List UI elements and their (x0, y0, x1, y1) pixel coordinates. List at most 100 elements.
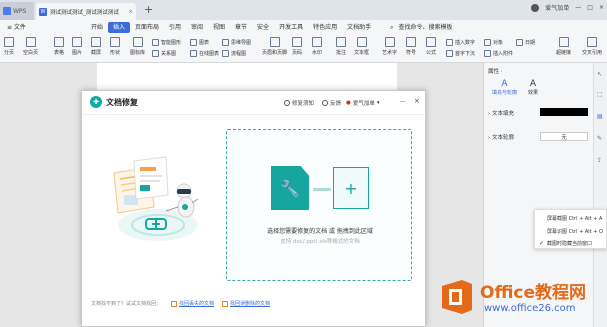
screenshot-menu: 屏幕截图 Ctrl + Alt + A 屏幕识图 Ctrl + Alt + O … (534, 209, 607, 249)
hyperlink-button[interactable]: 超链接 (556, 37, 571, 56)
repair-help-button[interactable]: 修复须知 (284, 99, 314, 107)
insert-number-icon (446, 39, 453, 46)
shape-tool-icon[interactable]: ⬚ (597, 91, 603, 98)
screenshot-button[interactable]: 截屏 (91, 37, 101, 56)
chart-button[interactable]: 图表 (190, 39, 209, 46)
text-fill-color-swatch[interactable] (540, 108, 588, 116)
watermark-button[interactable]: 水印 (312, 37, 322, 56)
right-tool-strip: ↖ ⬚ ▤ ✎ ⇪ (593, 63, 607, 327)
cross-reference-icon (587, 37, 597, 47)
wordart-button[interactable]: 艺术字 (382, 37, 397, 56)
menu-review[interactable]: 审阅 (186, 22, 208, 33)
info-icon (284, 100, 290, 106)
drop-cap-icon (446, 50, 453, 57)
menu-start[interactable]: 开始 (86, 22, 108, 33)
recover-lost-link[interactable]: 找回丢失的文档 (171, 300, 214, 307)
share-tool-icon[interactable]: ⇪ (597, 157, 602, 164)
screenshot-icon (91, 37, 101, 47)
picture-icon (72, 37, 82, 47)
minimize-button[interactable]: — (575, 4, 581, 11)
dialog-close-button[interactable]: × (414, 97, 420, 105)
feedback-icon (322, 100, 328, 106)
object-button[interactable]: 对象 (484, 39, 503, 46)
menu-security[interactable]: 安全 (252, 22, 274, 33)
feedback-button[interactable]: 反馈 (322, 99, 341, 107)
attachment-button[interactable]: 插入附件 (484, 50, 513, 57)
add-file-icon[interactable]: + (333, 167, 369, 209)
maximize-button[interactable]: □ (587, 4, 593, 11)
menu-developer[interactable]: 开发工具 (274, 22, 308, 33)
cross-reference-button[interactable]: 交叉引用 (582, 37, 602, 56)
drop-zone-instruction: 选择您需要修复的文档 或 拖拽到此区域 (267, 228, 373, 235)
property-tool-icon[interactable]: ▤ (597, 113, 603, 120)
dialog-minimize-button[interactable]: — (400, 99, 406, 105)
text-fill-label[interactable]: › 文本填充 (488, 109, 514, 117)
search-command-input[interactable]: 查找命令、搜索模板 (393, 22, 457, 33)
edit-tool-icon[interactable]: ✎ (597, 135, 602, 142)
document-tab[interactable]: W 测试测试测试_测试测试测试 × (36, 3, 136, 20)
menu-references[interactable]: 引用 (164, 22, 186, 33)
menu-features[interactable]: 特色应用 (308, 22, 342, 33)
page-number-button[interactable]: 页码 (292, 37, 302, 56)
close-tab-icon[interactable]: × (128, 9, 133, 15)
insert-number-button[interactable]: 插入数字 (446, 39, 475, 46)
symbol-button[interactable]: 符号 (406, 37, 416, 56)
menu-view[interactable]: 视图 (208, 22, 230, 33)
menu-hide-window[interactable]: 截图时隐藏当前窗口 (547, 240, 592, 247)
arrow-connector (313, 188, 331, 191)
tab-fill-outline[interactable]: A 填充与轮廓 (492, 79, 517, 96)
menu-screen-capture[interactable]: 屏幕截图 Ctrl + Alt + A (547, 215, 602, 222)
menu-page-layout[interactable]: 页面布局 (130, 22, 164, 33)
tab-effect[interactable]: A 效果 (528, 79, 538, 96)
smart-art-icon (152, 39, 159, 46)
menu-chapter[interactable]: 章节 (230, 22, 252, 33)
header-footer-icon (269, 37, 280, 47)
text-outline-label[interactable]: › 文本轮廓 (488, 133, 514, 141)
dialog-user[interactable]: ● 爱气加单 ▾ (346, 99, 380, 107)
date-button[interactable]: 日期 (516, 39, 535, 46)
mind-map-icon (222, 39, 229, 46)
user-name[interactable]: 爱气加单 (545, 3, 569, 12)
flowchart-button[interactable]: 流程图 (222, 50, 246, 57)
file-drop-zone[interactable]: 🔧 + 选择您需要修复的文档 或 拖拽到此区域 支持.doc/.ppt/.xls… (226, 129, 412, 281)
formula-button[interactable]: 公式 (426, 37, 436, 56)
writer-doc-icon: W (39, 7, 47, 16)
header-footer-button[interactable]: 页眉和页脚 (262, 37, 287, 56)
close-window-button[interactable]: × (599, 4, 604, 11)
table-icon (54, 37, 64, 47)
watermark-url: www.office26.com (484, 303, 576, 314)
wrench-icon: 🔧 (280, 178, 300, 198)
date-icon (516, 39, 523, 46)
wps-home-tab[interactable]: WPS (0, 2, 34, 20)
text-outline-select[interactable]: 无 (540, 132, 588, 141)
blank-page-button[interactable]: 空白页 (23, 37, 38, 56)
avatar[interactable] (531, 3, 540, 12)
repair-illustration (113, 156, 199, 241)
document-tab-label: 测试测试测试_测试测试测试 (50, 9, 119, 16)
select-tool-icon[interactable]: ↖ (597, 71, 602, 78)
lost-doc-icon (171, 300, 177, 307)
recover-deleted-link[interactable]: 找回误删除的文档 (222, 300, 270, 307)
blank-page-icon (25, 37, 36, 47)
menu-doc-assistant[interactable]: 文档助手 (342, 22, 376, 33)
doc-repair-dialog: ✚ 文档修复 修复须知 反馈 ● 爱气加单 ▾ — × 🔧 + 选择您需要修复的文档… (81, 90, 426, 327)
file-menu[interactable]: ≡ 文件 (2, 22, 31, 33)
chevron-down-icon: ▾ (376, 100, 380, 106)
online-chart-button[interactable]: 在线图表 (190, 50, 219, 57)
icon-library-button[interactable]: 图标库 (130, 37, 145, 56)
textbox-button[interactable]: 文本框 (354, 37, 369, 56)
drop-cap-button[interactable]: 首字下沉 (446, 50, 475, 57)
menu-screen-ocr[interactable]: 屏幕识图 Ctrl + Alt + O (547, 228, 603, 235)
picture-button[interactable]: 图片 (72, 37, 82, 56)
comment-button[interactable]: 批注 (336, 37, 346, 56)
menu-insert[interactable]: 插入 (107, 22, 130, 33)
table-button[interactable]: 表格 (54, 37, 64, 56)
page-break-button[interactable]: 分页 (4, 37, 14, 56)
shape-button[interactable]: 形状 (110, 37, 120, 56)
wordart-icon (384, 37, 395, 47)
effect-icon: A (529, 79, 537, 89)
relation-chart-button[interactable]: 关系图 (152, 50, 176, 57)
smart-art-button[interactable]: 智能图形 (152, 39, 181, 46)
mind-map-button[interactable]: 思维导图 (222, 39, 251, 46)
new-tab-button[interactable]: + (144, 4, 154, 16)
